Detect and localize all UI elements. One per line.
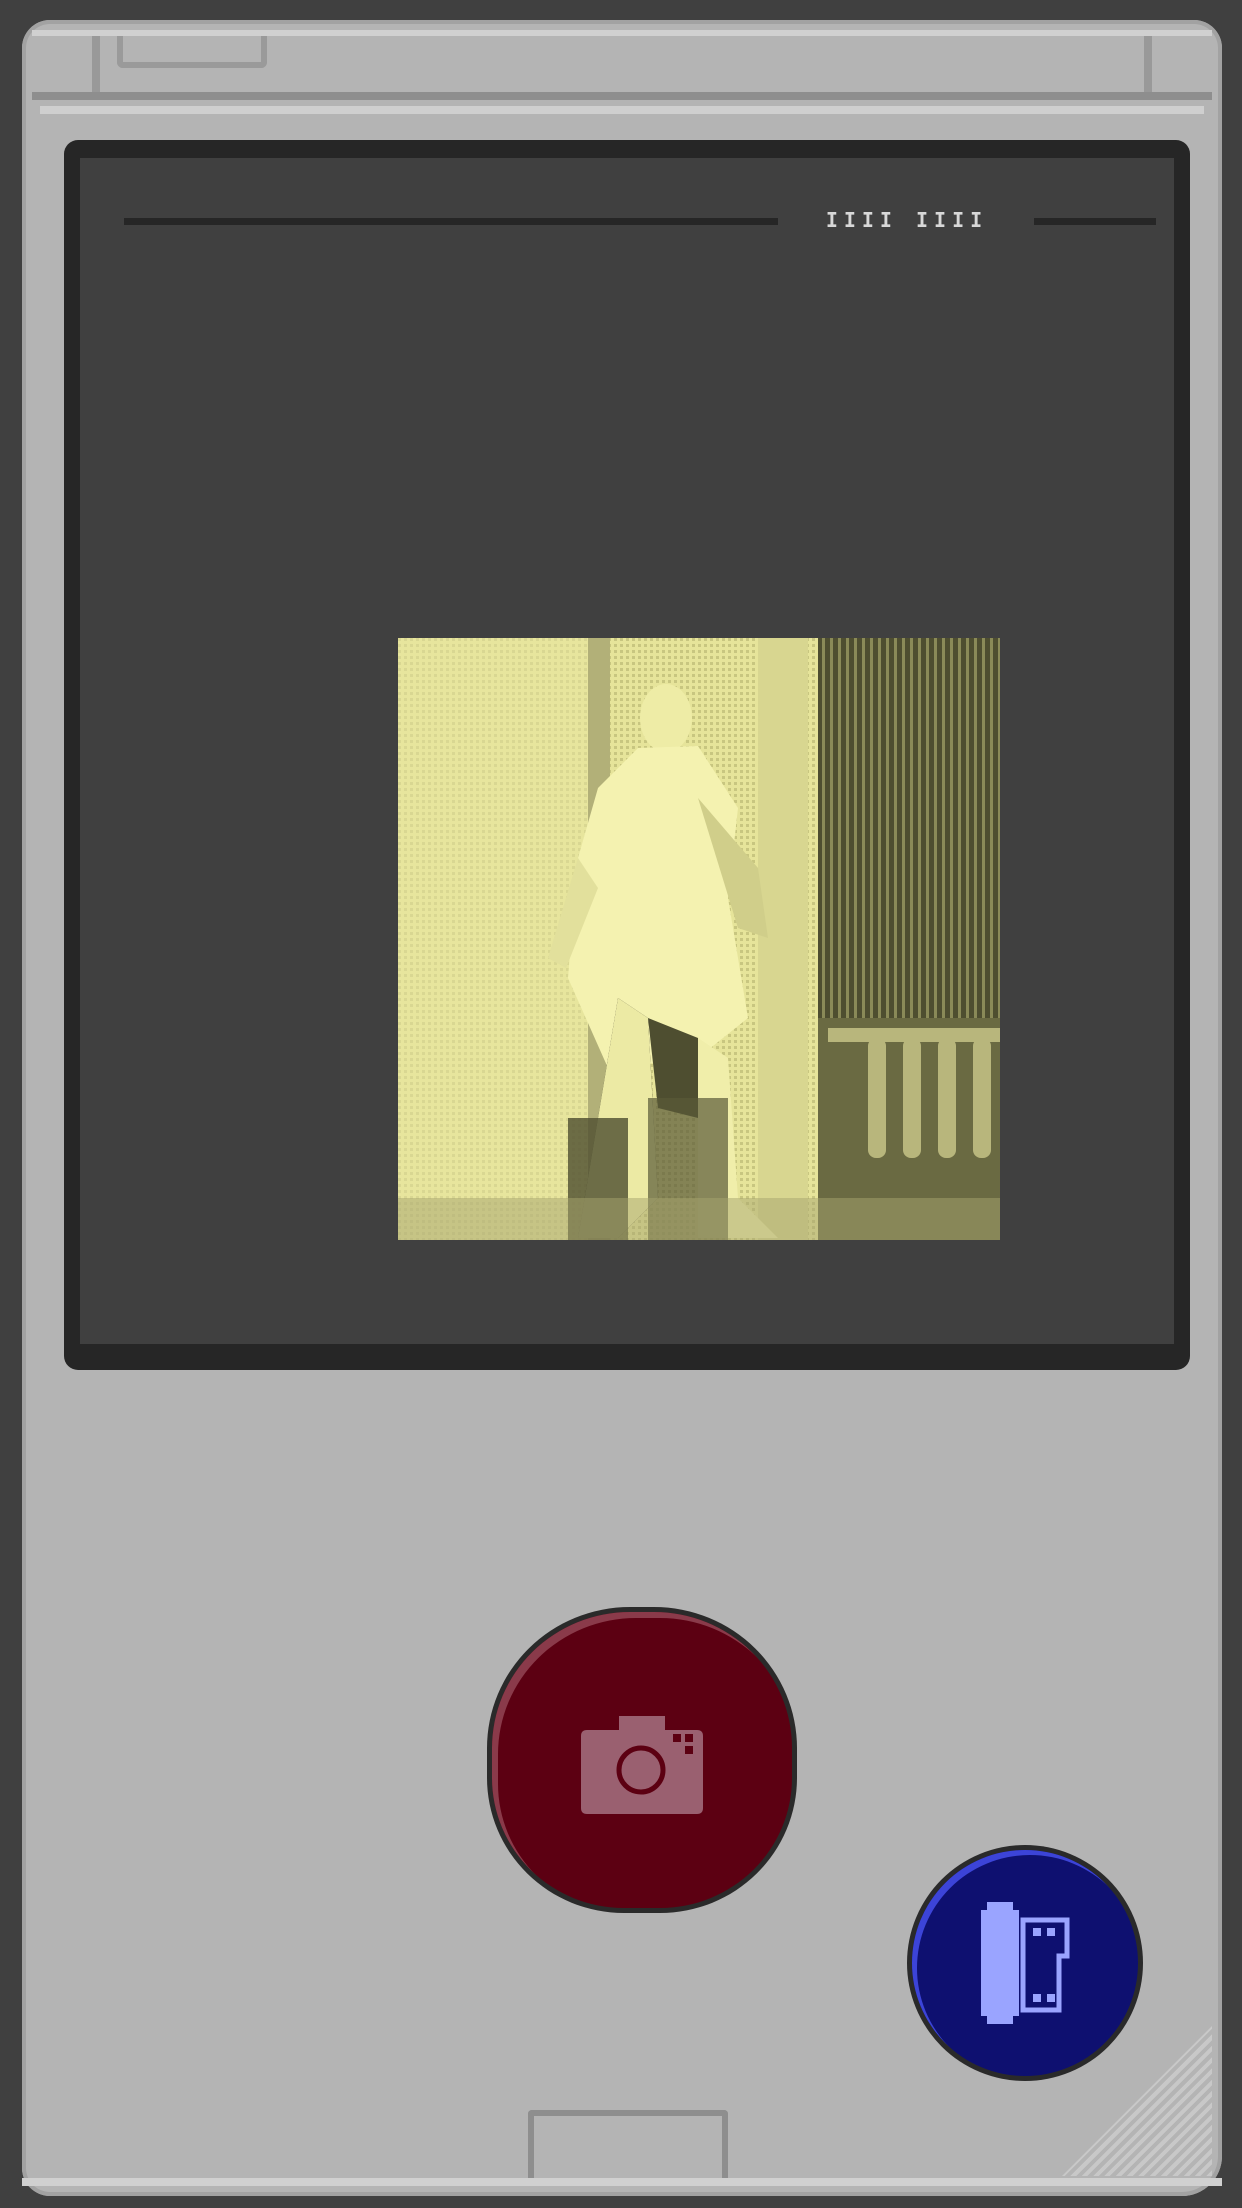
film-roll-button[interactable] <box>912 1850 1138 2076</box>
top-notch-left <box>92 36 100 92</box>
top-tab <box>117 36 267 68</box>
film-roll-icon <box>981 1902 1070 2024</box>
top-divider <box>40 106 1204 114</box>
statue-photo-image <box>398 638 1000 1240</box>
camera-icon <box>581 1716 703 1814</box>
bottom-edge-line <box>22 2178 1222 2186</box>
camera-device-body: IIII IIII <box>22 20 1222 2196</box>
screen-header-line-right <box>1034 218 1156 225</box>
screen-header-label: IIII IIII <box>825 208 989 232</box>
top-notch-right <box>1144 36 1152 92</box>
screen-header-line-left <box>124 218 778 225</box>
shutter-button[interactable] <box>492 1612 792 1908</box>
bottom-slot <box>528 2110 728 2180</box>
captured-photo <box>398 638 1000 1240</box>
viewfinder-screen: IIII IIII <box>80 158 1174 1344</box>
top-strip <box>32 30 1212 100</box>
